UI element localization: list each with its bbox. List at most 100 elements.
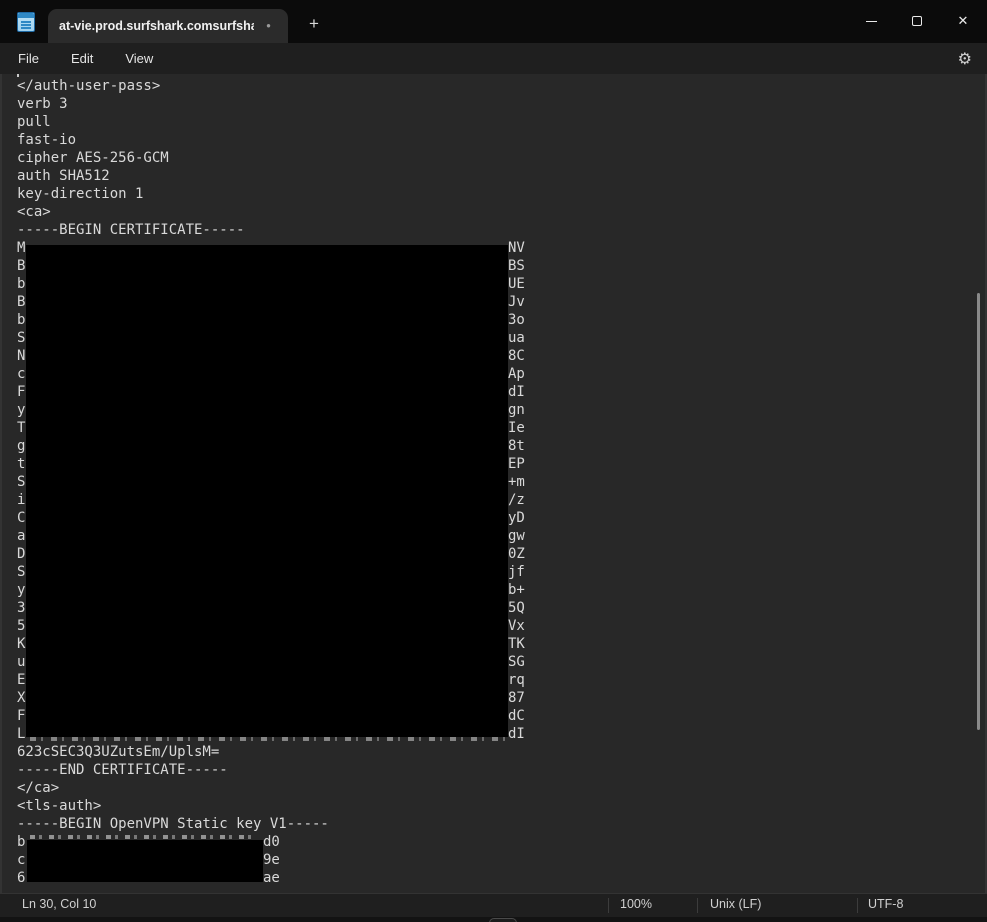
line-start-char: T (17, 420, 25, 436)
line-end-chars: gw (508, 527, 525, 545)
line-start-char: X (17, 690, 25, 706)
line-start-char: N (17, 348, 25, 364)
config-line: auth SHA512 (17, 167, 987, 185)
line-end-chars: 9e (263, 851, 280, 869)
line-start-char: L (17, 726, 25, 742)
gear-icon: ⚙ (958, 49, 972, 68)
line-end-chars: yD (508, 509, 525, 527)
line-end-chars: 8C (508, 347, 525, 365)
line-end-chars: gn (508, 401, 525, 419)
line-start-char: g (17, 438, 25, 454)
config-line: verb 3 (17, 95, 987, 113)
menu-bar: File Edit View (0, 43, 987, 74)
zoom-level-status[interactable]: 100% (620, 897, 652, 911)
taskbar-item-edge (489, 918, 517, 922)
line-start-char: b (17, 276, 25, 292)
line-end-chars: ua (508, 329, 525, 347)
line-start-char: a (17, 528, 25, 544)
line-start-char: S (17, 330, 25, 346)
line-start-char: y (17, 582, 25, 598)
certificate-redaction-box (26, 245, 508, 737)
config-line: pull (17, 113, 987, 131)
line-start-char: u (17, 654, 25, 670)
encoding-status[interactable]: UTF-8 (868, 897, 903, 911)
config-line: </auth-user-pass> (17, 77, 987, 95)
notepad-app-icon (17, 12, 35, 32)
line-end-chars: d0 (263, 833, 280, 851)
line-end-chars: +m (508, 473, 525, 491)
maximize-button[interactable] (894, 0, 940, 42)
config-line: <tls-auth> (17, 797, 987, 815)
redaction-glyph-fragments (30, 835, 256, 839)
line-start-char: C (17, 510, 25, 526)
line-start-char: E (17, 672, 25, 688)
maximize-icon (912, 16, 922, 26)
config-line: 623cSEC3Q3UZutsEm/UplsM= (17, 743, 987, 761)
config-lines-top: </auth-user-pass>verb 3pullfast-iocipher… (17, 77, 987, 239)
line-start-char: B (17, 258, 25, 274)
line-end-chars: Ie (508, 419, 525, 437)
cursor-position-status: Ln 30, Col 10 (22, 897, 96, 911)
vertical-scrollbar[interactable] (977, 293, 980, 730)
settings-button[interactable]: ⚙ (958, 43, 972, 74)
line-end-chars: dI (508, 725, 525, 743)
line-start-char: 3 (17, 600, 25, 616)
config-line: <ca> (17, 203, 987, 221)
minimize-icon (866, 21, 877, 22)
document-tab[interactable]: at-vie.prod.surfshark.comsurfshark ● (48, 9, 288, 43)
minimize-button[interactable] (848, 0, 894, 42)
line-end-chars: /z (508, 491, 525, 509)
line-end-chars: rq (508, 671, 525, 689)
line-start-char: F (17, 384, 25, 400)
config-line: -----END CERTIFICATE----- (17, 761, 987, 779)
plus-icon: + (309, 14, 319, 34)
line-end-chars: 87 (508, 689, 525, 707)
config-line: -----BEGIN OpenVPN Static key V1----- (17, 815, 987, 833)
line-ending-status[interactable]: Unix (LF) (710, 897, 761, 911)
line-start-char: B (17, 294, 25, 310)
line-start-char: t (17, 456, 25, 472)
config-line: fast-io (17, 131, 987, 149)
line-end-chars: UE (508, 275, 525, 293)
line-start-char: 6 (17, 870, 25, 886)
line-end-chars: dI (508, 383, 525, 401)
line-end-chars: 0Z (508, 545, 525, 563)
tab-title: at-vie.prod.surfshark.comsurfshark (48, 19, 254, 33)
status-divider (608, 898, 609, 913)
line-start-char: i (17, 492, 25, 508)
line-start-char: S (17, 564, 25, 580)
config-line: key-direction 1 (17, 185, 987, 203)
line-start-char: F (17, 708, 25, 724)
line-start-char: D (17, 546, 25, 562)
notepad-window: at-vie.prod.surfshark.comsurfshark ● + ✕… (0, 0, 987, 922)
line-end-chars: 5Q (508, 599, 525, 617)
taskbar-sliver (0, 917, 987, 922)
close-button[interactable]: ✕ (940, 0, 986, 42)
menu-edit[interactable]: Edit (69, 49, 95, 68)
text-editor-area[interactable]: </auth-user-pass>verb 3pullfast-iocipher… (0, 74, 987, 893)
tls-key-redaction-box (27, 840, 263, 882)
line-end-chars: TK (508, 635, 525, 653)
window-left-edge (0, 74, 2, 917)
line-end-chars: dC (508, 707, 525, 725)
line-end-chars: ae (263, 869, 280, 887)
menu-file[interactable]: File (16, 49, 41, 68)
line-end-chars: EP (508, 455, 525, 473)
new-tab-button[interactable]: + (299, 9, 329, 39)
close-icon: ✕ (958, 14, 969, 29)
config-line: </ca> (17, 779, 987, 797)
line-end-chars: Ap (508, 365, 525, 383)
line-start-char: c (17, 852, 25, 868)
line-start-char: c (17, 366, 25, 382)
redaction-glyph-fragments (30, 737, 506, 741)
notepad-icon-binding (18, 13, 34, 18)
status-divider (697, 898, 698, 913)
title-bar[interactable]: at-vie.prod.surfshark.comsurfshark ● + ✕ (0, 0, 987, 43)
line-start-char: M (17, 240, 25, 256)
menu-view[interactable]: View (123, 49, 155, 68)
line-end-chars: jf (508, 563, 525, 581)
status-divider (857, 898, 858, 913)
config-lines-middle: 623cSEC3Q3UZutsEm/UplsM=-----END CERTIFI… (17, 743, 987, 833)
line-end-chars: SG (508, 653, 525, 671)
line-end-chars: 8t (508, 437, 525, 455)
